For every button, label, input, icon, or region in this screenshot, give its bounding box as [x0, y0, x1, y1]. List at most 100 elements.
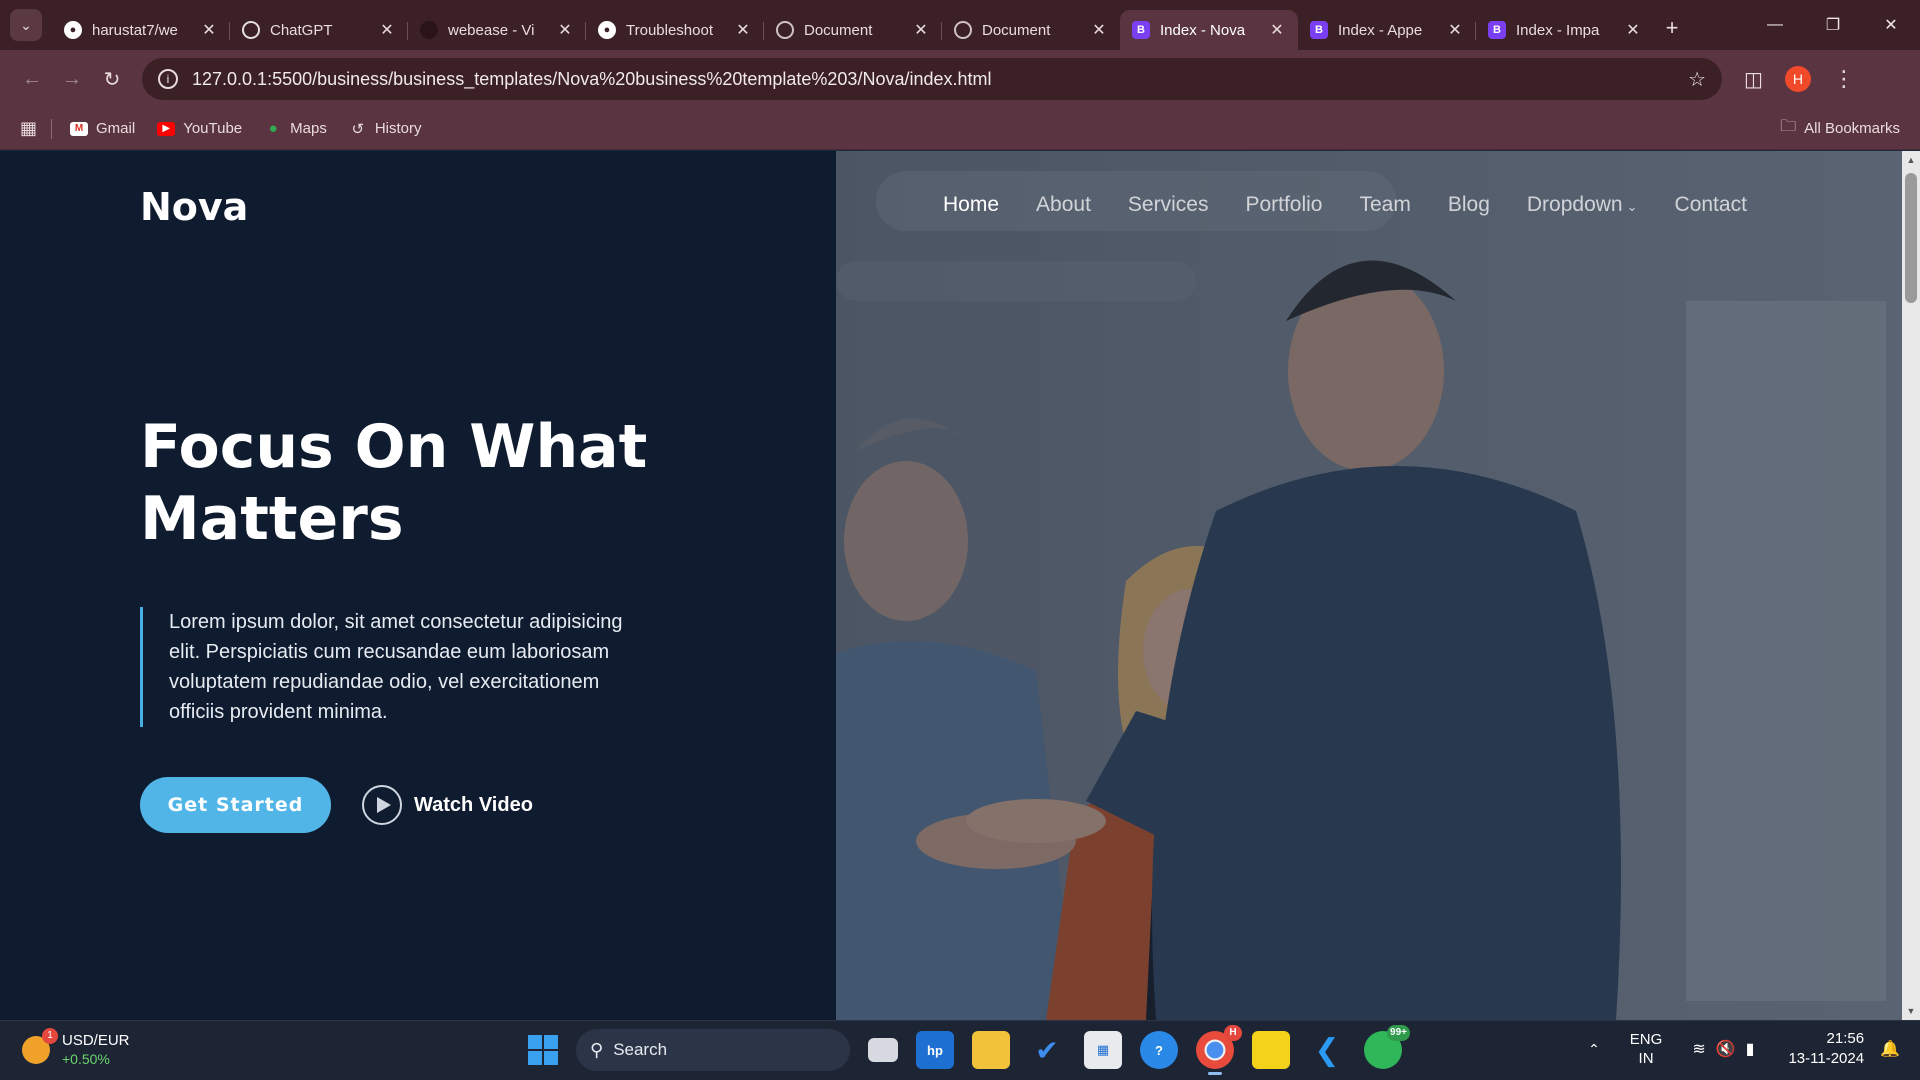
widget-badge: 1 [42, 1028, 58, 1044]
start-menu-icon[interactable] [528, 1035, 558, 1065]
new-tab-button[interactable]: + [1654, 10, 1690, 46]
bookmark-label: Maps [290, 120, 327, 137]
bootstrap-icon: B [1488, 21, 1506, 39]
close-icon[interactable]: ✕ [912, 20, 930, 40]
arrow-left-icon: ← [22, 67, 42, 90]
nav-link-dropdown: Dropdown [1526, 193, 1623, 216]
vscode-icon[interactable]: ❮ [1308, 1031, 1346, 1069]
nav-link-services[interactable]: Services [1128, 193, 1209, 217]
bookmark-gmail[interactable]: M Gmail [70, 120, 135, 137]
close-icon[interactable]: ✕ [200, 20, 218, 40]
chevron-up-icon[interactable]: ⌃ [1588, 1041, 1600, 1058]
browser-tab[interactable]: ● harustat7/we ✕ [52, 10, 230, 50]
browser-tab[interactable]: Document ✕ [764, 10, 942, 50]
nav-link-team[interactable]: Team [1360, 193, 1411, 217]
nav-link-portfolio[interactable]: Portfolio [1245, 193, 1322, 217]
windows-taskbar: 1 USD/EUR +0.50% ⚲ Search hp ✔ ▦ ? H ❮ 9… [0, 1020, 1920, 1080]
nav-dropdown[interactable]: Dropdown ⌄ [1527, 193, 1638, 217]
plus-icon: + [1665, 15, 1679, 40]
bookmark-youtube[interactable]: ▶ YouTube [157, 120, 242, 137]
store-icon[interactable]: ▦ [1084, 1031, 1122, 1069]
browser-tab[interactable]: ChatGPT ✕ [230, 10, 408, 50]
weather-widget[interactable]: 1 USD/EUR +0.50% [22, 1028, 130, 1069]
browser-tab[interactable]: Document ✕ [942, 10, 1120, 50]
tab-title: Index - Nova [1160, 21, 1246, 39]
bookmark-label: YouTube [183, 120, 243, 137]
close-icon[interactable]: ✕ [1090, 20, 1108, 40]
nav-link-blog[interactable]: Blog [1448, 193, 1490, 217]
lang-region: IN [1638, 1050, 1654, 1067]
apps-grid-icon[interactable]: ▦ [20, 118, 37, 139]
hero-left-panel [0, 151, 836, 1020]
hero-headline: Focus On What Matters [140, 412, 648, 554]
scroll-down-icon[interactable]: ▼ [1902, 1002, 1920, 1020]
close-window-button[interactable]: ✕ [1862, 15, 1920, 35]
task-view-icon[interactable] [868, 1038, 898, 1062]
site-nav: Home About Services Portfolio Team Blog … [943, 193, 1784, 217]
forward-button[interactable]: → [52, 59, 92, 99]
star-icon[interactable]: ☆ [1688, 67, 1706, 92]
browser-tab[interactable]: ● Troubleshoot ✕ [586, 10, 764, 50]
nav-link-home[interactable]: Home [943, 193, 999, 217]
minimize-button[interactable]: — [1746, 16, 1804, 34]
close-icon[interactable]: ✕ [378, 20, 396, 40]
widget-change: +0.50% [62, 1051, 110, 1067]
help-icon[interactable]: ? [1140, 1031, 1178, 1069]
scrollbar-thumb[interactable] [1905, 173, 1917, 303]
get-started-button[interactable]: Get Started [140, 777, 331, 833]
extensions-icon[interactable]: ◫ [1744, 67, 1763, 92]
tab-title: ChatGPT [270, 21, 333, 39]
battery-icon: ▮ [1745, 1041, 1765, 1058]
browser-tab[interactable]: B Index - Appe ✕ [1298, 10, 1476, 50]
browser-toolbar: ← → ↻ i 127.0.0.1:5500/business/business… [0, 50, 1920, 108]
arrow-right-icon: → [62, 67, 82, 90]
bookmarks-bar: ▦ M Gmail ▶ YouTube ● Maps ↺ History 🗀 All Bo… [0, 108, 1920, 150]
wifi-icon: ≋ [1692, 1041, 1716, 1058]
scroll-up-icon[interactable]: ▲ [1902, 151, 1920, 169]
chevron-down-icon: ⌄ [1626, 199, 1638, 214]
system-tray-icons[interactable]: ≋🔇▮ [1692, 1039, 1764, 1059]
hero-image [836, 151, 1902, 1020]
url-text[interactable]: 127.0.0.1:5500/business/business_templat… [192, 69, 1688, 90]
tab-title: Index - Appe [1338, 21, 1423, 39]
taskbar-search[interactable]: ⚲ Search [576, 1029, 850, 1071]
bookmark-label: History [374, 120, 422, 137]
myhp-icon[interactable]: hp [916, 1031, 954, 1069]
address-bar[interactable]: i 127.0.0.1:5500/business/business_templ… [142, 58, 1722, 100]
close-icon[interactable]: ✕ [1624, 20, 1642, 40]
site-logo[interactable]: Nova [140, 185, 248, 229]
all-bookmarks-button[interactable]: 🗀 All Bookmarks [1780, 115, 1900, 142]
tab-search-button[interactable]: ⌄ [10, 9, 42, 41]
info-icon[interactable]: i [158, 69, 178, 89]
nav-link-about[interactable]: About [1036, 193, 1091, 217]
github-icon [420, 21, 438, 39]
browser-tab-active[interactable]: B Index - Nova ✕ [1120, 10, 1298, 50]
close-icon[interactable]: ✕ [734, 20, 752, 40]
watch-video-button[interactable]: Watch Video [362, 785, 533, 825]
sticky-notes-icon[interactable] [1252, 1031, 1290, 1069]
chrome-icon[interactable]: H [1196, 1025, 1242, 1075]
bell-icon[interactable]: 🔔 [1880, 1039, 1900, 1059]
close-icon[interactable]: ✕ [1268, 20, 1286, 40]
whatsapp-icon[interactable]: 99+ [1364, 1025, 1410, 1069]
close-icon[interactable]: ✕ [1446, 20, 1464, 40]
maps-icon: ● [268, 120, 278, 137]
browser-tab[interactable]: B Index - Impa ✕ [1476, 10, 1654, 50]
clock[interactable]: 21:56 13-11-2024 [1788, 1029, 1864, 1069]
avatar[interactable]: H [1784, 66, 1811, 92]
back-button[interactable]: ← [12, 59, 52, 99]
browser-tab[interactable]: webease - Vi ✕ [408, 10, 586, 50]
language-indicator[interactable]: ENG IN [1630, 1030, 1663, 1068]
bookmark-maps[interactable]: ● Maps [264, 120, 327, 137]
restore-button[interactable]: ❐ [1804, 15, 1862, 35]
file-explorer-icon[interactable] [972, 1031, 1010, 1069]
todo-icon[interactable]: ✔ [1028, 1031, 1066, 1069]
bookmark-history[interactable]: ↺ History [349, 120, 422, 138]
page-scrollbar[interactable]: ▲ ▼ [1902, 151, 1920, 1020]
close-icon[interactable]: ✕ [556, 20, 574, 40]
reload-button[interactable]: ↻ [92, 59, 132, 99]
globe-icon [776, 21, 794, 39]
more-menu-icon[interactable]: ⋮ [1833, 66, 1855, 92]
nav-link-contact[interactable]: Contact [1675, 193, 1747, 217]
clock-time: 21:56 [1826, 1030, 1865, 1047]
